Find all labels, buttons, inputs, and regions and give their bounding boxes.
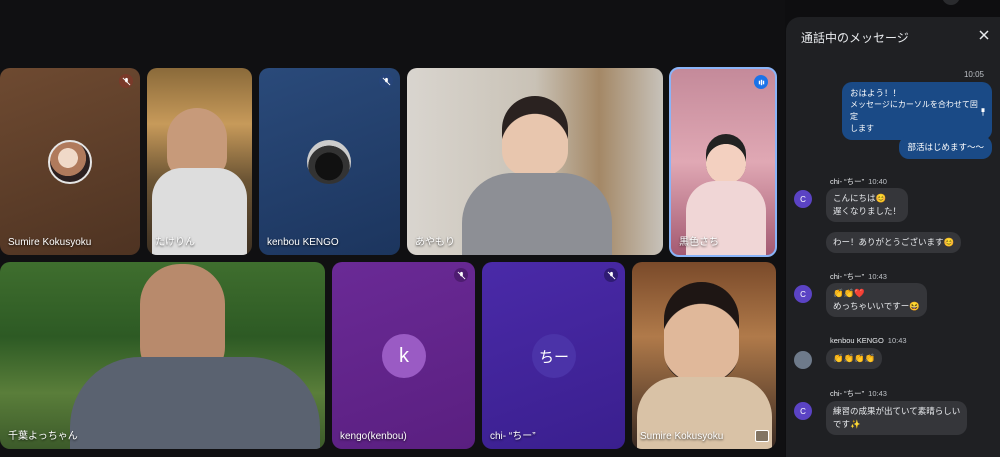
- video-feed: [502, 96, 568, 176]
- participant-tile[interactable]: Sumire Kokusyoku: [0, 68, 140, 255]
- participant-tile[interactable]: k kengo(kenbou): [332, 262, 475, 449]
- participant-name: Sumire Kokusyoku: [640, 431, 724, 442]
- avatar: k: [382, 334, 426, 378]
- avatar: C: [794, 402, 812, 420]
- avatar: ちー: [532, 334, 576, 378]
- message-text: します: [850, 124, 874, 133]
- message-time: 10:05: [963, 70, 984, 79]
- sender-name: chi- “ちー”: [830, 272, 865, 281]
- participant-tile[interactable]: Sumire Kokusyoku: [632, 262, 776, 449]
- video-feed: [706, 134, 746, 184]
- message-sender: kenbou KENGO 10:43: [830, 336, 907, 345]
- participant-tile[interactable]: あやもり: [407, 68, 663, 255]
- participant-tile[interactable]: 黒色さち: [669, 67, 777, 257]
- video-feed: [70, 357, 320, 449]
- message-sender: chi- “ちー” 10:43: [830, 388, 887, 399]
- chat-panel: 通話中のメッセージ 10:05 おはよう！！ メッセージにカーソルを合わせて固定…: [786, 17, 1000, 457]
- participant-name: Sumire Kokusyoku: [8, 237, 92, 248]
- picture-in-picture-icon[interactable]: [755, 430, 769, 442]
- video-feed: [462, 173, 612, 255]
- message-text: めっちゃいいですー😆: [833, 301, 920, 311]
- message-text: メッセージにカーソルを合わせて固定: [850, 100, 978, 121]
- message-sender: chi- “ちー” 10:40: [830, 176, 887, 187]
- my-message[interactable]: 部活はじめます〜〜: [899, 136, 992, 159]
- message-bubble[interactable]: 👏👏❤️ めっちゃいいですー😆: [826, 283, 927, 317]
- message-text: 練習の成果が出ていて素晴らしい: [833, 406, 961, 416]
- message-text: おはよう！！: [850, 88, 902, 98]
- mic-off-icon: [454, 268, 468, 282]
- message-text: 👏👏👏👏: [833, 353, 876, 363]
- participant-name: kenbou KENGO: [267, 237, 339, 248]
- participant-tile[interactable]: 千葉よっちゃん: [0, 262, 325, 449]
- avatar-initial: k: [399, 344, 409, 367]
- participant-name: 黒色さち: [679, 237, 719, 248]
- message-time: 10:43: [868, 389, 887, 398]
- video-grid: Sumire Kokusyoku たけりん kenbou KENGO あやもり …: [0, 0, 960, 457]
- top-button[interactable]: [942, 0, 960, 5]
- participant-name: chi- “ちー”: [490, 431, 536, 442]
- avatar-initial: C: [800, 406, 806, 416]
- message-text: 遅くなりました！: [833, 206, 902, 216]
- my-message[interactable]: おはよう！！ メッセージにカーソルを合わせて固定 します: [842, 82, 992, 140]
- avatar: [48, 140, 92, 184]
- speaking-icon: [754, 75, 768, 89]
- avatar: [307, 140, 351, 184]
- message-time: 10:43: [887, 336, 907, 345]
- participant-tile[interactable]: kenbou KENGO: [259, 68, 400, 255]
- message-text: です✨: [833, 419, 861, 429]
- participant-name: たけりん: [155, 237, 195, 248]
- mic-off-icon: [379, 74, 393, 88]
- mic-off-icon: [604, 268, 618, 282]
- sender-name: chi- “ちー”: [830, 389, 865, 398]
- message-sender: chi- “ちー” 10:43: [830, 271, 887, 282]
- message-bubble[interactable]: 練習の成果が出ていて素晴らしい です✨: [826, 401, 968, 435]
- message-text: こんにちは😊: [833, 193, 887, 203]
- message-bubble[interactable]: わー！ありがとうございます😊: [826, 232, 962, 253]
- avatar-initial: C: [800, 194, 806, 204]
- message-time: 10:43: [868, 272, 887, 281]
- message-text: 👏👏❤️: [833, 288, 865, 298]
- video-feed: [664, 282, 739, 382]
- message-time: 10:40: [868, 177, 887, 186]
- avatar-initial: C: [800, 289, 806, 299]
- message-text: わー！ありがとうございます😊: [833, 237, 955, 247]
- close-icon[interactable]: [978, 29, 990, 41]
- avatar: [794, 351, 812, 369]
- sender-name: chi- “ちー”: [830, 177, 865, 186]
- message-bubble[interactable]: 👏👏👏👏: [826, 348, 883, 369]
- message-bubble[interactable]: こんにちは😊 遅くなりました！: [826, 188, 909, 222]
- avatar: C: [794, 190, 812, 208]
- participant-tile[interactable]: たけりん: [147, 68, 252, 255]
- participant-name: あやもり: [415, 237, 455, 248]
- participant-name: 千葉よっちゃん: [8, 431, 78, 442]
- participant-name: kengo(kenbou): [340, 431, 407, 442]
- avatar-initial: ちー: [538, 348, 569, 366]
- avatar: C: [794, 285, 812, 303]
- participant-tile[interactable]: ちー chi- “ちー”: [482, 262, 625, 449]
- sender-name: kenbou KENGO: [830, 336, 884, 345]
- mic-off-icon: [119, 74, 133, 88]
- pin-icon[interactable]: [980, 108, 986, 116]
- message-text: 部活はじめます〜〜: [907, 142, 984, 152]
- chat-title: 通話中のメッセージ: [801, 31, 909, 45]
